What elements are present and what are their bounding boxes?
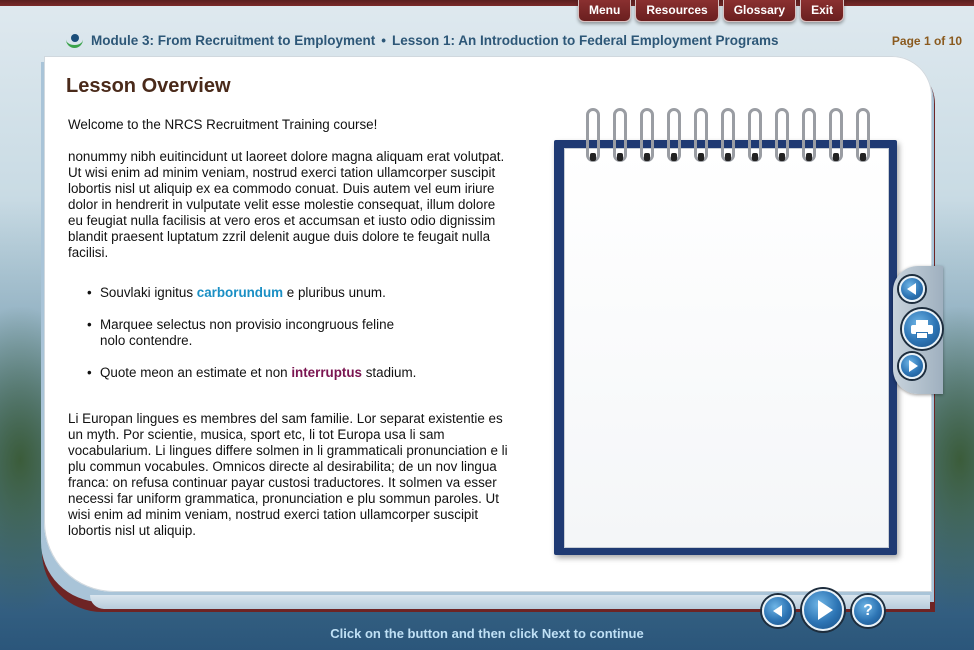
print-button[interactable]: [902, 309, 942, 349]
help-icon: ?: [863, 602, 873, 619]
welcome-text: Welcome to the NRCS Recruitment Training…: [68, 117, 378, 132]
notebook-spiral: [580, 108, 880, 164]
notebook-page: [564, 148, 889, 548]
menu-button[interactable]: Menu: [578, 0, 632, 22]
page-indicator: Page 1 of 10: [892, 34, 962, 48]
list-item: Marquee selectus non provisio incongruou…: [87, 317, 407, 349]
resources-button[interactable]: Resources: [635, 0, 719, 22]
chevron-right-icon: [908, 360, 918, 372]
breadcrumb-module: Module 3: From Recruitment to Employment: [91, 33, 376, 48]
breadcrumb: Module 3: From Recruitment to Employment…: [66, 33, 866, 48]
body-paragraph: Li Europan lingues es membres del sam fa…: [68, 411, 508, 538]
back-arrow-icon: [772, 605, 782, 617]
page-prefix: Page: [891, 34, 921, 48]
next-button[interactable]: [802, 589, 844, 631]
glossary-link-carborundum[interactable]: carborundum: [197, 285, 283, 300]
list-item: Souvlaki ignitus carborundum e pluribus …: [87, 285, 513, 301]
top-menu: Menu Resources Glossary Exit: [578, 0, 845, 22]
exit-button[interactable]: Exit: [800, 0, 845, 22]
notebook-image: [554, 140, 897, 555]
print-icon: [911, 320, 933, 339]
side-next-button[interactable]: [899, 353, 925, 379]
page-total: 10: [948, 34, 962, 48]
bullet-list: Souvlaki ignitus carborundum e pluribus …: [87, 285, 513, 381]
instruction-text: Click on the button and then click Next …: [330, 626, 644, 641]
glossary-button[interactable]: Glossary: [722, 0, 797, 22]
page-current: 1: [923, 34, 931, 48]
breadcrumb-separator: •: [381, 33, 387, 48]
page-of: of: [933, 34, 946, 48]
course-logo-icon: [66, 33, 83, 48]
chevron-left-icon: [906, 283, 916, 295]
back-button[interactable]: [762, 595, 794, 627]
next-arrow-icon: [817, 600, 833, 620]
glossary-link-interruptus[interactable]: interruptus: [291, 365, 362, 380]
breadcrumb-lesson: Lesson 1: An Introduction to Federal Emp…: [392, 33, 779, 48]
side-prev-button[interactable]: [899, 276, 925, 302]
list-item: Quote meon an estimate et non interruptu…: [87, 365, 513, 381]
lesson-content: Welcome to the NRCS Recruitment Training…: [68, 117, 513, 555]
help-button[interactable]: ?: [852, 595, 884, 627]
intro-paragraph: nonummy nibh euitincidunt ut laoreet dol…: [68, 149, 505, 260]
page-title: Lesson Overview: [66, 75, 231, 97]
